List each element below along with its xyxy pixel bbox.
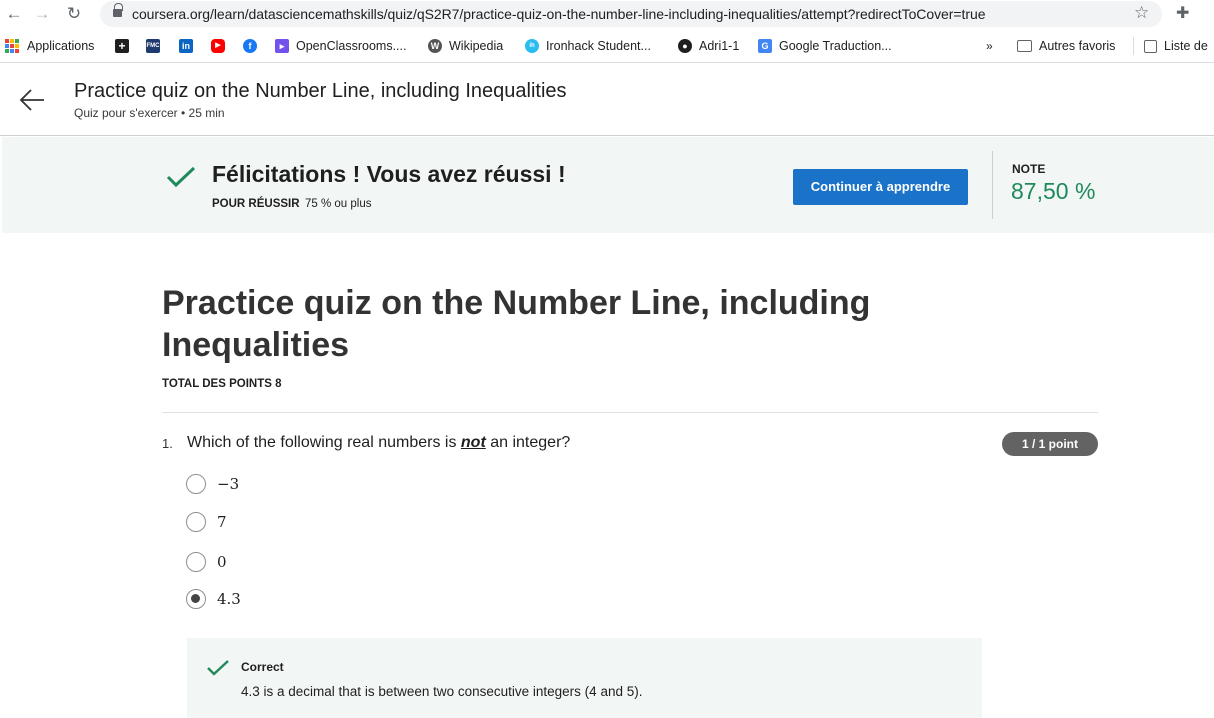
- option-label: −3: [217, 475, 240, 493]
- quiz-title: Practice quiz on the Number Line, includ…: [162, 284, 871, 364]
- option-label: 4.3: [217, 590, 241, 608]
- wikipedia-icon: W: [428, 39, 442, 53]
- option-label: 7: [217, 513, 227, 531]
- browser-toolbar: ← → ↻ coursera.org/learn/datasciencemath…: [0, 0, 1214, 28]
- feedback-text: 4.3 is a decimal that is between two con…: [241, 684, 643, 699]
- back-arrow-icon[interactable]: ←: [4, 4, 24, 24]
- bookmark-github[interactable]: ● Adri1-1: [678, 37, 739, 55]
- bookmark-label: OpenClassrooms....: [296, 39, 407, 53]
- grade-value: 87,50 %: [1011, 178, 1096, 204]
- url-text[interactable]: coursera.org/learn/datasciencemathskills…: [132, 6, 986, 22]
- page-title: Practice quiz on the Number Line, includ…: [74, 80, 567, 102]
- github-icon: ●: [678, 39, 692, 53]
- answer-option-selected[interactable]: 4.3: [186, 589, 241, 609]
- bookmark-label: Autres favoris: [1039, 39, 1116, 53]
- quiz-header: Practice quiz on the Number Line, includ…: [0, 63, 1214, 136]
- reading-list-icon: [1144, 39, 1157, 53]
- bookmark-label: Applications: [27, 39, 95, 53]
- total-points: TOTAL DES POINTS 8: [162, 378, 282, 390]
- reading-list[interactable]: Liste de: [1133, 37, 1208, 55]
- folder-icon: [1017, 40, 1032, 52]
- feedback-title: Correct: [241, 660, 284, 674]
- bookmark-label: Wikipedia: [449, 39, 504, 53]
- bookmark-label: Google Traduction...: [779, 39, 892, 53]
- bookmark-youtube[interactable]: ▶: [211, 37, 232, 55]
- fmc-icon: FMC: [146, 39, 160, 53]
- result-banner: Félicitations ! Vous avez réussi ! POUR …: [2, 137, 1214, 233]
- bookmark-wikipedia[interactable]: W Wikipedia: [428, 37, 503, 55]
- answer-option[interactable]: −3: [186, 474, 239, 494]
- ironhack-icon: ih: [525, 39, 539, 53]
- bookmark-applications[interactable]: Applications: [5, 37, 94, 55]
- google-translate-icon: G: [758, 39, 772, 53]
- radio-button-selected[interactable]: [186, 589, 206, 609]
- bookmarks-bar: Applications + FMC in ▶ f ▸ OpenClassroo…: [0, 28, 1214, 63]
- bookmark-ironhack[interactable]: ih Ironhack Student...: [525, 37, 651, 55]
- check-icon: [166, 166, 196, 188]
- page-subtitle: Quiz pour s'exercer • 25 min: [74, 106, 225, 120]
- forward-arrow-icon[interactable]: →: [32, 4, 52, 24]
- back-arrow-icon[interactable]: [18, 88, 46, 112]
- option-label: 0: [217, 553, 227, 571]
- bookmark-facebook[interactable]: f: [243, 37, 264, 55]
- answer-feedback: Correct 4.3 is a decimal that is between…: [187, 638, 982, 718]
- divider: [162, 412, 1098, 413]
- answer-option[interactable]: 0: [186, 552, 227, 572]
- address-bar[interactable]: coursera.org/learn/datasciencemathskills…: [100, 1, 1162, 27]
- facebook-icon: f: [243, 39, 257, 53]
- more-bookmarks-button[interactable]: »: [986, 37, 993, 55]
- bookmark-label: Adri1-1: [699, 39, 740, 53]
- linkedin-icon: in: [179, 39, 193, 53]
- bookmark-star-icon[interactable]: ☆: [1134, 3, 1149, 23]
- bookmark-label: Ironhack Student...: [546, 39, 651, 53]
- grade-label: NOTE: [1012, 162, 1046, 176]
- radio-button[interactable]: [186, 474, 206, 494]
- continue-learning-button[interactable]: Continuer à apprendre: [793, 169, 968, 205]
- bookmark-plus[interactable]: +: [115, 37, 136, 55]
- bookmark-openclassrooms[interactable]: ▸ OpenClassrooms....: [275, 37, 406, 55]
- pass-threshold-label: POUR RÉUSSIR: [212, 198, 300, 210]
- radio-button[interactable]: [186, 552, 206, 572]
- lock-icon: [113, 3, 123, 18]
- reading-list-label: Liste de: [1164, 39, 1208, 53]
- bookmark-other-folder[interactable]: Autres favoris: [1017, 37, 1115, 55]
- check-icon: [207, 660, 229, 676]
- plus-square-icon: +: [115, 39, 129, 53]
- bookmark-fmc[interactable]: FMC: [146, 37, 167, 55]
- bookmark-google-translate[interactable]: G Google Traduction...: [758, 37, 892, 55]
- question-number: 1.: [162, 436, 173, 451]
- points-badge: 1 / 1 point: [1002, 432, 1098, 456]
- question-text: Which of the following real numbers is n…: [187, 434, 571, 451]
- youtube-icon: ▶: [211, 39, 225, 53]
- question-emphasis: not: [460, 434, 486, 451]
- openclassrooms-icon: ▸: [275, 39, 289, 53]
- apps-grid-icon: [5, 39, 19, 53]
- pass-message: Félicitations ! Vous avez réussi !: [212, 161, 566, 187]
- bookmark-linkedin[interactable]: in: [179, 37, 200, 55]
- pass-threshold-value: 75 % ou plus: [305, 198, 372, 210]
- reload-icon[interactable]: ↻: [64, 4, 84, 24]
- extensions-puzzle-icon[interactable]: ✚: [1176, 3, 1189, 23]
- divider: [992, 151, 993, 219]
- answer-option[interactable]: 7: [186, 512, 227, 532]
- radio-button[interactable]: [186, 512, 206, 532]
